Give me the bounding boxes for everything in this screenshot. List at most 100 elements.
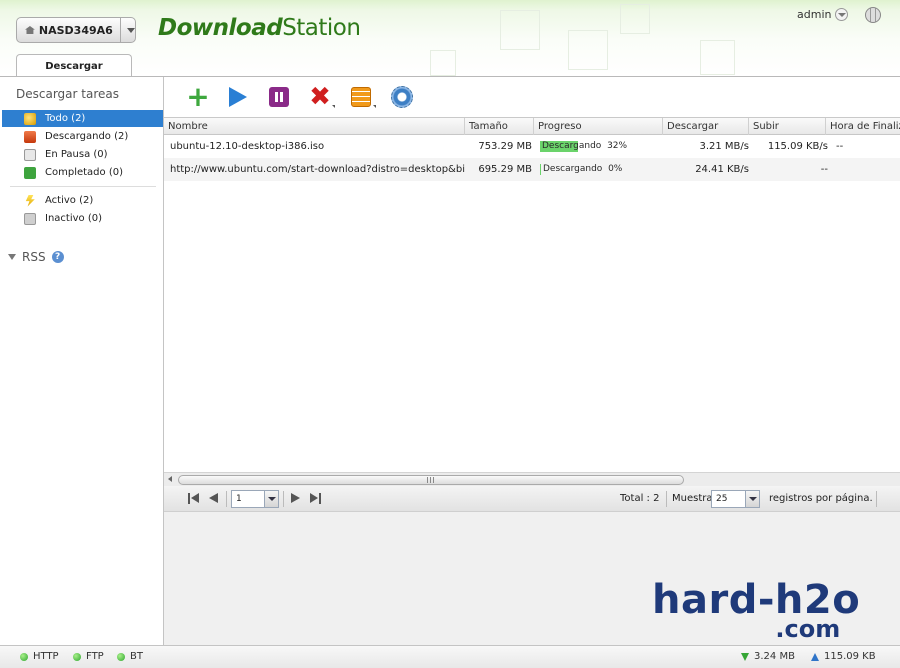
language-globe-icon[interactable] — [865, 7, 881, 23]
sidebar-item-completado[interactable]: Completado (0) — [2, 164, 163, 181]
total-upload-value: 115.09 KB — [824, 651, 876, 662]
all-tasks-icon — [24, 112, 36, 125]
cell-upload-speed: 115.09 KB/s — [767, 141, 828, 152]
previous-page-icon[interactable] — [208, 493, 219, 504]
status-label: HTTP — [33, 651, 59, 662]
sidebar-item-activo[interactable]: Activo (2) — [2, 192, 163, 209]
progress-percent: 32% — [607, 141, 628, 151]
table-row[interactable]: http://www.ubuntu.com/start-download?dis… — [164, 158, 900, 181]
sidebar-item-en-pausa[interactable]: En Pausa (0) — [2, 146, 163, 163]
settings-button[interactable] — [389, 85, 415, 109]
records-per-page-label: registros por página. — [769, 493, 873, 504]
cell-size: 695.29 MB — [478, 164, 532, 175]
start-button[interactable] — [225, 85, 251, 109]
watermark-logo: hard-h2o .com — [652, 580, 860, 641]
rss-label: RSS — [22, 250, 46, 264]
divider — [666, 491, 667, 507]
status-label: FTP — [86, 651, 104, 662]
grip-icon — [427, 477, 435, 483]
dropdown-caret-icon — [373, 105, 376, 108]
sidebar-item-label: Todo (2) — [45, 113, 86, 124]
logo-regular: Station — [282, 15, 361, 41]
decor-square — [700, 40, 735, 75]
column-header-download[interactable]: Descargar — [663, 118, 749, 135]
grid-header: Nombre Tamaño Progreso Descargar Subir H… — [164, 118, 900, 135]
progress-status: Descargando — [542, 141, 602, 151]
scroll-left-icon[interactable] — [168, 476, 172, 482]
paused-icon — [24, 148, 36, 161]
pause-icon — [269, 87, 289, 107]
device-name: NASD349A6 — [38, 23, 113, 37]
device-selector-button[interactable]: NASD349A6 — [16, 17, 136, 43]
pause-button[interactable] — [266, 85, 292, 109]
user-name: admin — [797, 8, 832, 21]
cell-eta: -- — [836, 141, 844, 152]
add-task-button[interactable]: + — [185, 83, 211, 111]
divider — [226, 491, 227, 507]
downloading-icon — [24, 130, 36, 143]
home-icon — [25, 26, 35, 34]
completed-icon — [24, 166, 36, 179]
next-page-icon[interactable] — [290, 493, 301, 504]
first-page-icon[interactable] — [188, 493, 199, 504]
chevron-down-icon[interactable] — [264, 491, 278, 507]
page-number-value: 1 — [236, 494, 242, 504]
last-page-icon[interactable] — [310, 493, 321, 504]
sidebar-item-descargando[interactable]: Descargando (2) — [2, 128, 163, 145]
arrow-down-icon — [741, 653, 749, 661]
rss-section-toggle[interactable]: RSS ? — [8, 250, 64, 264]
user-menu[interactable]: admin — [797, 8, 849, 21]
decor-square — [568, 30, 608, 70]
sidebar-item-label: Completado (0) — [45, 167, 123, 178]
status-label: BT — [130, 651, 143, 662]
task-options-button[interactable] — [348, 85, 374, 109]
start-icon — [229, 87, 247, 107]
records-per-page-value: 25 — [716, 494, 728, 504]
sidebar-item-inactivo[interactable]: Inactivo (0) — [2, 210, 163, 227]
status-ftp: FTP — [73, 646, 104, 668]
records-per-page-select[interactable]: 25 — [711, 490, 760, 508]
decor-square — [620, 4, 650, 34]
status-http: HTTP — [20, 646, 59, 668]
collapse-triangle-icon — [8, 254, 16, 260]
help-icon[interactable]: ? — [51, 251, 64, 263]
tasks-icon — [351, 87, 371, 107]
logo-bold: Download — [158, 15, 283, 41]
total-upload: 115.09 KB — [811, 646, 876, 668]
column-header-size[interactable]: Tamaño — [465, 118, 534, 135]
column-header-eta[interactable]: Hora de Finaliz — [826, 118, 900, 135]
tab-descargar[interactable]: Descargar — [16, 54, 132, 76]
cell-name: http://www.ubuntu.com/start-download?dis… — [170, 164, 465, 175]
show-label: Muestra — [672, 493, 713, 504]
total-download: 3.24 MB — [741, 646, 795, 668]
total-download-value: 3.24 MB — [754, 651, 795, 662]
status-bar: HTTP FTP BT 3.24 MB 115.09 KB — [0, 645, 900, 668]
progress-bar: Descargando 0% — [540, 164, 660, 175]
chevron-down-icon — [127, 27, 135, 33]
sidebar-divider — [10, 186, 156, 187]
total-count: Total : 2 — [620, 493, 660, 504]
scrollbar-thumb[interactable] — [178, 475, 684, 485]
dropdown-caret-icon — [332, 105, 335, 108]
progress-text: Descargando 0% — [543, 164, 622, 175]
column-header-progress[interactable]: Progreso — [534, 118, 663, 135]
column-header-upload[interactable]: Subir — [749, 118, 826, 135]
delete-button[interactable]: ✖ — [307, 84, 333, 110]
table-row[interactable]: ubuntu-12.10-desktop-i386.iso 753.29 MB … — [164, 135, 900, 158]
pagination-bar: 1 Total : 2 Muestra 25 registros por pág… — [164, 486, 900, 512]
app-header: NASD349A6 DownloadStation admin Descarga… — [0, 0, 900, 76]
sidebar-item-todo[interactable]: Todo (2) — [2, 110, 163, 127]
app-logo: DownloadStation — [158, 15, 361, 41]
sidebar-item-label: Descargando (2) — [45, 131, 129, 142]
horizontal-scrollbar[interactable] — [164, 472, 900, 486]
chevron-down-icon[interactable] — [835, 8, 849, 21]
sidebar-item-label: Inactivo (0) — [45, 213, 102, 224]
cell-download-speed: 24.41 KB/s — [695, 164, 749, 175]
divider — [120, 18, 121, 42]
page-number-select[interactable]: 1 — [231, 490, 279, 508]
inactive-icon — [24, 212, 36, 225]
status-dot-icon — [73, 653, 81, 661]
column-header-name[interactable]: Nombre — [164, 118, 465, 135]
chevron-down-icon[interactable] — [745, 491, 759, 507]
active-icon — [25, 194, 35, 207]
